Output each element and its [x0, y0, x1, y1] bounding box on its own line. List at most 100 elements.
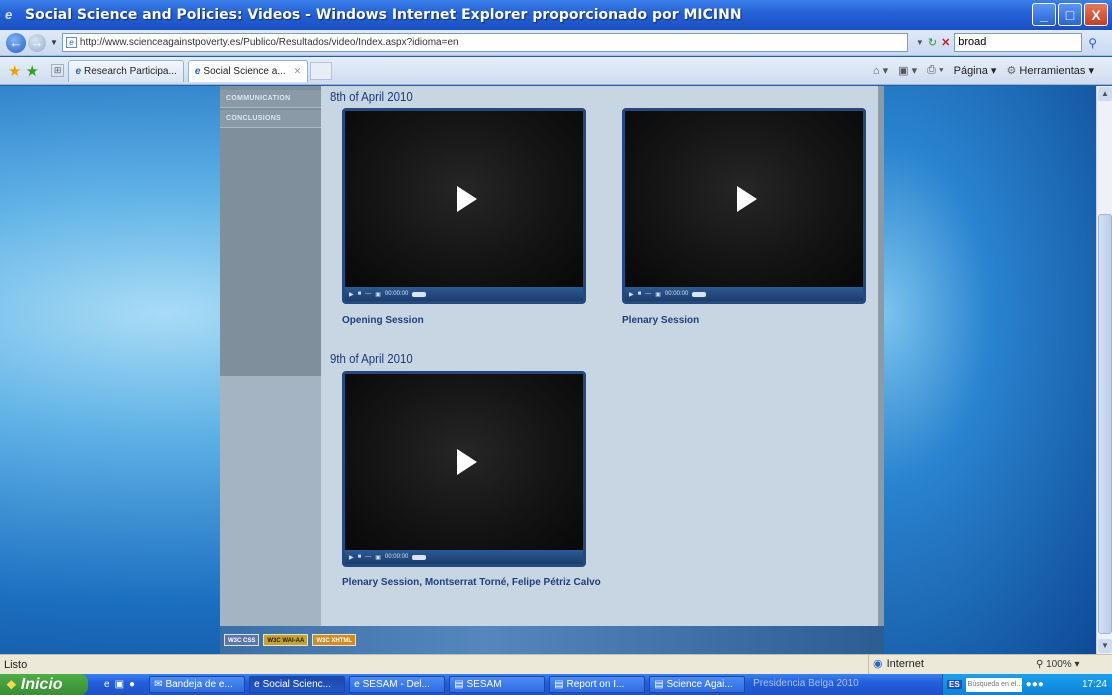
sidebar-item-communication[interactable]: COMMUNICATION — [220, 90, 321, 108]
vertical-scrollbar[interactable]: ▲ ▼ — [1096, 86, 1112, 654]
fullscreen-icon[interactable]: ▣ — [375, 554, 381, 561]
refresh-icon[interactable]: ↻ — [928, 36, 937, 49]
task-ie-sesam[interactable]: e SESAM - Del... — [349, 676, 446, 693]
fullscreen-icon[interactable]: ▣ — [655, 291, 661, 298]
play-small-icon[interactable]: ▶ — [349, 554, 354, 561]
volume-icon[interactable]: — — [645, 291, 651, 297]
quick-tabs-icon[interactable]: ⊞ — [50, 64, 65, 77]
forward-button[interactable]: → — [28, 33, 46, 52]
page-icon: e — [65, 37, 77, 48]
ie-icon: e — [5, 7, 13, 22]
page-footer: W3C CSS W3C WAI-AA W3C XHTML — [220, 626, 884, 654]
page-menu-label: Página — [953, 65, 988, 77]
search-input[interactable]: broad — [954, 33, 1083, 52]
add-favorites-icon[interactable]: ★ — [25, 62, 38, 80]
w3c-css-badge[interactable]: W3C CSS — [224, 634, 260, 646]
favorites-star-icon[interactable]: ★ — [8, 62, 21, 80]
video-player-opening[interactable]: ▶ ■ — ▣ 00:00:00 — [342, 108, 586, 304]
quick-launch-desktop-icon[interactable]: ▣ — [115, 679, 124, 690]
language-indicator[interactable]: ES — [947, 680, 962, 689]
window-titlebar[interactable]: e Social Science and Policies: Videos - … — [0, 0, 1112, 30]
minimize-button[interactable]: _ — [1032, 3, 1056, 26]
video-title[interactable]: Plenary Session, Montserrat Torné, Felip… — [342, 574, 610, 591]
address-bar: ← → ▼ e http://www.scienceagainstpoverty… — [0, 30, 1112, 56]
url-input[interactable]: e http://www.scienceagainstpoverty.es/Pu… — [61, 33, 908, 52]
stop-icon[interactable]: ✕ — [941, 36, 950, 49]
video-screen[interactable] — [345, 111, 583, 287]
stop-small-icon[interactable]: ■ — [358, 554, 362, 560]
task-ie-social[interactable]: e Social Scienc... — [249, 676, 346, 693]
history-dropdown-icon[interactable]: ▼ — [50, 38, 58, 47]
volume-icon[interactable]: — — [365, 291, 371, 297]
dropdown-icon[interactable]: ▼ — [916, 38, 924, 47]
feeds-icon[interactable]: ▣ ▾ — [898, 64, 917, 77]
sidebar-item-conclusions[interactable]: CONCLUSIONS — [220, 110, 321, 128]
seek-bar[interactable] — [412, 291, 427, 297]
ie-icon: e — [254, 679, 260, 690]
tools-menu[interactable]: ⚙ Herramientas ▾ — [1006, 64, 1094, 77]
video-screen[interactable] — [625, 111, 863, 287]
play-icon[interactable] — [457, 186, 477, 212]
scroll-up-arrow[interactable]: ▲ — [1098, 87, 1112, 101]
quick-launch-ie-icon[interactable]: e — [104, 679, 110, 690]
back-button[interactable]: ← — [6, 32, 26, 53]
quick-launch-media-icon[interactable]: ● — [129, 679, 135, 690]
fullscreen-icon[interactable]: ▣ — [375, 291, 381, 298]
play-icon[interactable] — [457, 449, 477, 475]
page-menu[interactable]: Página ▾ — [954, 64, 997, 77]
clock: 17:24 — [1081, 679, 1107, 690]
w3c-wai-badge[interactable]: W3C WAI-AA — [263, 634, 309, 646]
status-bar: Listo ◉ Internet ⚲ 100% ▾ — [0, 654, 1112, 674]
new-tab-button[interactable] — [310, 61, 333, 80]
seek-bar[interactable] — [412, 554, 427, 560]
zoom-control[interactable]: ⚲ 100% ▾ — [1036, 655, 1080, 674]
zoom-icon: ⚲ — [1036, 659, 1044, 670]
video-title[interactable]: Opening Session — [342, 312, 586, 329]
video-player-plenary-torne[interactable]: ▶ ■ — ▣ 00:00:00 — [342, 371, 586, 567]
video-controls: ▶ ■ — ▣ 00:00:00 — [345, 550, 583, 564]
zone-label: Internet — [886, 658, 924, 670]
tab-social-science[interactable]: e Social Science a... ✕ — [187, 59, 309, 82]
seek-bar[interactable] — [692, 291, 707, 297]
stop-small-icon[interactable]: ■ — [358, 291, 362, 297]
task-word-report[interactable]: ▤ Report on I... — [549, 676, 646, 693]
scroll-down-arrow[interactable]: ▼ — [1098, 639, 1112, 653]
tab-close-icon[interactable]: ✕ — [294, 66, 302, 77]
start-button[interactable]: ❖ Inicio — [0, 674, 88, 695]
video-screen[interactable] — [345, 374, 583, 550]
w3c-xhtml-badge[interactable]: W3C XHTML — [312, 634, 357, 646]
task-pdf-science[interactable]: ▤ Science Agai... — [649, 676, 746, 693]
session-date: 8th of April 2010 — [330, 89, 413, 104]
stop-small-icon[interactable]: ■ — [638, 291, 642, 297]
background-right — [884, 86, 1096, 654]
print-icon[interactable]: ⎙ ▾ — [927, 64, 943, 77]
document-icon: ▤ — [554, 679, 564, 690]
home-icon[interactable]: ⌂ ▾ — [873, 64, 888, 77]
video-title[interactable]: Plenary Session — [622, 312, 866, 329]
page-container: COMMUNICATION CONCLUSIONS 8th of April 2… — [220, 86, 884, 626]
tab-research[interactable]: e Research Participa... — [68, 59, 184, 82]
zoom-dropdown-icon[interactable]: ▾ — [1074, 659, 1079, 670]
play-icon[interactable] — [737, 186, 757, 212]
task-presidencia[interactable]: Presidencia Belga 2010 — [749, 676, 859, 693]
play-small-icon[interactable]: ▶ — [629, 291, 634, 298]
close-button[interactable]: X — [1084, 3, 1108, 26]
play-small-icon[interactable]: ▶ — [349, 291, 354, 298]
task-outlook[interactable]: ✉ Bandeja de e... — [149, 676, 246, 693]
search-icon[interactable]: ⚲ — [1088, 36, 1097, 50]
tab-label: Social Science a... — [203, 65, 286, 77]
gear-icon: ⚙ — [1006, 65, 1017, 77]
ie-icon: e — [354, 679, 360, 690]
maximize-button[interactable]: □ — [1058, 3, 1082, 26]
volume-icon[interactable]: — — [365, 554, 371, 560]
tray-icons[interactable]: ●●● — [1026, 679, 1044, 690]
task-folder-sesam[interactable]: ▤ SESAM — [449, 676, 546, 693]
window-title: Social Science and Policies: Videos - Wi… — [25, 7, 742, 23]
task-label: Science Agai... — [666, 679, 733, 690]
taskbar: ❖ Inicio e ▣ ● ✉ Bandeja de e... e Social … — [0, 674, 1112, 695]
desktop-search-input[interactable]: Búsqueda en el... — [965, 677, 1022, 692]
video-controls: ▶ ■ — ▣ 00:00:00 — [625, 287, 863, 301]
video-player-plenary[interactable]: ▶ ■ — ▣ 00:00:00 — [622, 108, 866, 304]
task-label: SESAM — [466, 679, 502, 690]
scroll-thumb[interactable] — [1098, 214, 1112, 634]
